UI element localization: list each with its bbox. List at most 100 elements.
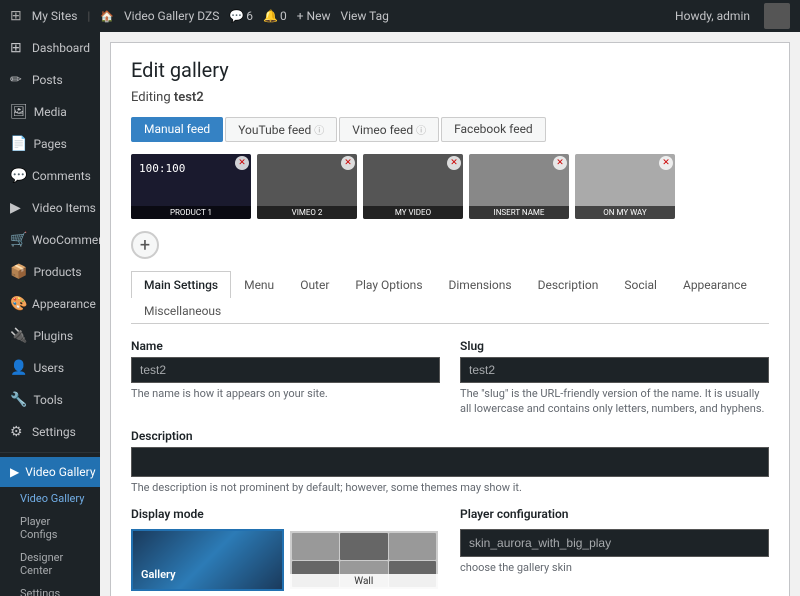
video-thumb-5-label: ON MY WAY	[575, 206, 675, 219]
display-option-gallery[interactable]: Gallery	[131, 529, 284, 591]
video-thumb-2[interactable]: ✕ VIMEO 2	[257, 154, 357, 219]
video-gallery-section: ▶ Video Gallery Video Gallery Player Con…	[0, 452, 100, 596]
remove-video-2-button[interactable]: ✕	[341, 156, 355, 170]
sidebar-label-video-gallery: Video Gallery	[25, 465, 95, 479]
editing-label: Editing test2	[131, 90, 769, 105]
sidebar-label-woocommerce: WooCommerce	[32, 233, 100, 247]
sidebar-label-posts: Posts	[32, 73, 63, 87]
admin-bar-logo: ⊞	[10, 8, 22, 24]
top-bar: ⊞ My Sites | 🏠 Video Gallery DZS 💬 6 🔔 0…	[0, 0, 800, 32]
name-input[interactable]	[131, 357, 440, 383]
video-thumb-1-label: PRODUCT 1	[131, 206, 251, 219]
video-gallery-icon: ▶	[10, 465, 19, 479]
comments-icon: 💬	[10, 168, 26, 184]
name-label: Name	[131, 339, 440, 353]
video-thumb-4[interactable]: ✕ INSERT NAME	[469, 154, 569, 219]
video-thumb-1[interactable]: ✕ PRODUCT 1 100:100	[131, 154, 251, 219]
sidebar-label-tools: Tools	[33, 393, 62, 407]
sidebar-item-pages[interactable]: 📄 Pages	[0, 128, 100, 160]
separator-1: |	[87, 9, 90, 23]
my-sites-link[interactable]: My Sites	[32, 9, 78, 23]
sidebar-item-dashboard[interactable]: ⊞ Dashboard	[0, 32, 100, 64]
sidebar-item-plugins[interactable]: 🔌 Plugins	[0, 320, 100, 352]
sidebar-label-products: Products	[33, 265, 81, 279]
display-option-wall[interactable]: Wall	[288, 529, 441, 591]
sidebar-item-video-gallery[interactable]: ▶ Video Gallery	[0, 457, 100, 487]
sidebar-sub-designer-center[interactable]: Designer Center	[0, 546, 100, 582]
video-thumbnails-row: ✕ PRODUCT 1 100:100 ✕ VIMEO 2 ✕ MY VIDEO…	[131, 154, 769, 219]
page-title: Edit gallery	[131, 58, 769, 82]
description-row: Description The description is not promi…	[131, 429, 769, 495]
tab-miscellaneous[interactable]: Miscellaneous	[131, 297, 234, 324]
feed-tab-manual[interactable]: Manual feed	[131, 117, 223, 142]
video-thumb-5[interactable]: ✕ ON MY WAY	[575, 154, 675, 219]
sidebar-item-tools[interactable]: 🔧 Tools	[0, 384, 100, 416]
users-icon: 👤	[10, 360, 27, 376]
sidebar-item-settings[interactable]: ⚙ Settings	[0, 416, 100, 448]
tab-menu[interactable]: Menu	[231, 271, 287, 298]
feed-tab-vimeo[interactable]: Vimeo feed ⓘ	[339, 117, 439, 142]
sidebar-sub-player-configs[interactable]: Player Configs	[0, 510, 100, 546]
sidebar-item-products[interactable]: 📦 Products	[0, 256, 100, 288]
display-mode-label: Display mode	[131, 507, 440, 521]
dashboard-icon: ⊞	[10, 40, 26, 56]
description-hint: The description is not prominent by defa…	[131, 480, 769, 495]
sidebar-label-users: Users	[33, 361, 64, 375]
sidebar-item-users[interactable]: 👤 Users	[0, 352, 100, 384]
remove-video-1-button[interactable]: ✕	[235, 156, 249, 170]
add-video-button[interactable]: +	[131, 231, 159, 259]
tab-play-options[interactable]: Play Options	[342, 271, 435, 298]
display-player-row: Display mode Gallery	[131, 507, 769, 596]
posts-icon: ✏	[10, 72, 26, 88]
comments-count: 6	[246, 9, 253, 23]
products-icon: 📦	[10, 264, 27, 280]
comments-link[interactable]: 💬 6	[229, 9, 253, 23]
home-icon: 🏠	[100, 10, 114, 23]
wall-option-label: Wall	[290, 574, 439, 589]
sidebar-label-media: Media	[34, 105, 67, 119]
remove-video-4-button[interactable]: ✕	[553, 156, 567, 170]
sidebar-item-video-items[interactable]: ▶ Video Items	[0, 192, 100, 224]
feed-tab-youtube[interactable]: YouTube feed ⓘ	[225, 117, 337, 142]
tab-main-settings[interactable]: Main Settings	[131, 271, 231, 298]
sidebar-item-appearance[interactable]: 🎨 Appearance	[0, 288, 100, 320]
main-content: Edit gallery Editing test2 Manual feed Y…	[100, 32, 800, 596]
video-thumb-2-label: VIMEO 2	[257, 206, 357, 219]
sidebar-sub-settings[interactable]: Settings	[0, 582, 100, 596]
remove-video-3-button[interactable]: ✕	[447, 156, 461, 170]
sidebar-item-comments[interactable]: 💬 Comments	[0, 160, 100, 192]
new-content-link[interactable]: + New	[297, 9, 331, 23]
bell-icon: 🔔	[263, 9, 278, 23]
name-hint: The name is how it appears on your site.	[131, 386, 440, 401]
display-mode-grid: Gallery	[131, 529, 440, 596]
tab-appearance[interactable]: Appearance	[670, 271, 760, 298]
tab-social[interactable]: Social	[611, 271, 670, 298]
video-thumb-3[interactable]: ✕ MY VIDEO	[363, 154, 463, 219]
sidebar-item-woocommerce[interactable]: 🛒 WooCommerce	[0, 224, 100, 256]
tab-description[interactable]: Description	[525, 271, 612, 298]
avatar	[764, 3, 790, 29]
tab-outer[interactable]: Outer	[287, 271, 342, 298]
sidebar-label-plugins: Plugins	[33, 329, 73, 343]
feed-tab-facebook[interactable]: Facebook feed	[441, 117, 546, 142]
sidebar-sub-video-gallery[interactable]: Video Gallery	[0, 487, 100, 510]
tab-dimensions[interactable]: Dimensions	[436, 271, 525, 298]
howdy-text: Howdy, admin	[675, 9, 750, 23]
notifications-link[interactable]: 🔔 0	[263, 9, 287, 23]
sidebar-label-settings: Settings	[32, 425, 76, 439]
appearance-icon: 🎨	[10, 296, 26, 312]
sidebar-item-media[interactable]: 🖼 Media	[0, 96, 100, 128]
view-tag-link[interactable]: View Tag	[340, 9, 388, 23]
plugin-name[interactable]: Video Gallery DZS	[124, 9, 219, 23]
sidebar: ⊞ Dashboard ✏ Posts 🖼 Media 📄 Pages 💬 Co…	[0, 32, 100, 596]
content-area: Edit gallery Editing test2 Manual feed Y…	[110, 42, 790, 596]
description-label: Description	[131, 429, 769, 443]
settings-icon: ⚙	[10, 424, 26, 440]
sidebar-item-posts[interactable]: ✏ Posts	[0, 64, 100, 96]
description-input[interactable]	[131, 447, 769, 477]
player-config-input[interactable]	[460, 529, 769, 557]
name-slug-row: Name The name is how it appears on your …	[131, 339, 769, 417]
woo-icon: 🛒	[10, 232, 26, 248]
slug-input[interactable]	[460, 357, 769, 383]
remove-video-5-button[interactable]: ✕	[659, 156, 673, 170]
